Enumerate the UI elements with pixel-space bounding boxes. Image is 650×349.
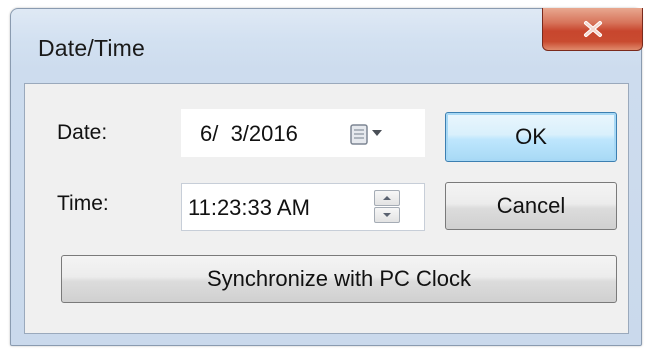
spin-updown-icon[interactable] — [374, 190, 400, 224]
time-label: Time: — [57, 192, 109, 215]
close-button[interactable] — [542, 8, 643, 51]
sync-pc-clock-button[interactable]: Synchronize with PC Clock — [61, 255, 617, 303]
cancel-button-label: Cancel — [496, 193, 566, 218]
date-label: Date: — [57, 121, 108, 144]
time-input[interactable]: 11:23:33 AM — [181, 183, 425, 231]
spin-down-button[interactable] — [374, 207, 400, 223]
calendar-dropdown-icon[interactable] — [350, 124, 392, 151]
date-value: 6/ 3/2016 — [200, 121, 298, 146]
date-picker[interactable]: 6/ 3/2016 — [181, 109, 425, 157]
window-title: Date/Time — [38, 35, 146, 61]
title-bar[interactable]: Date/Time — [11, 8, 643, 83]
close-icon — [582, 20, 604, 38]
cancel-button[interactable]: Cancel — [445, 182, 617, 230]
dialog-body: Date: 6/ 3/2016 Time: 11:23:33 AM OK Can… — [24, 83, 629, 334]
time-value: 11:23:33 AM — [188, 195, 310, 220]
date-time-dialog: Date/Time Date: 6/ 3/2016 Time: 11:23:33… — [10, 8, 643, 346]
ok-button[interactable]: OK — [445, 112, 617, 162]
spin-up-button[interactable] — [374, 190, 400, 206]
sync-pc-clock-button-label: Synchronize with PC Clock — [206, 266, 472, 291]
ok-button-label: OK — [515, 124, 547, 149]
